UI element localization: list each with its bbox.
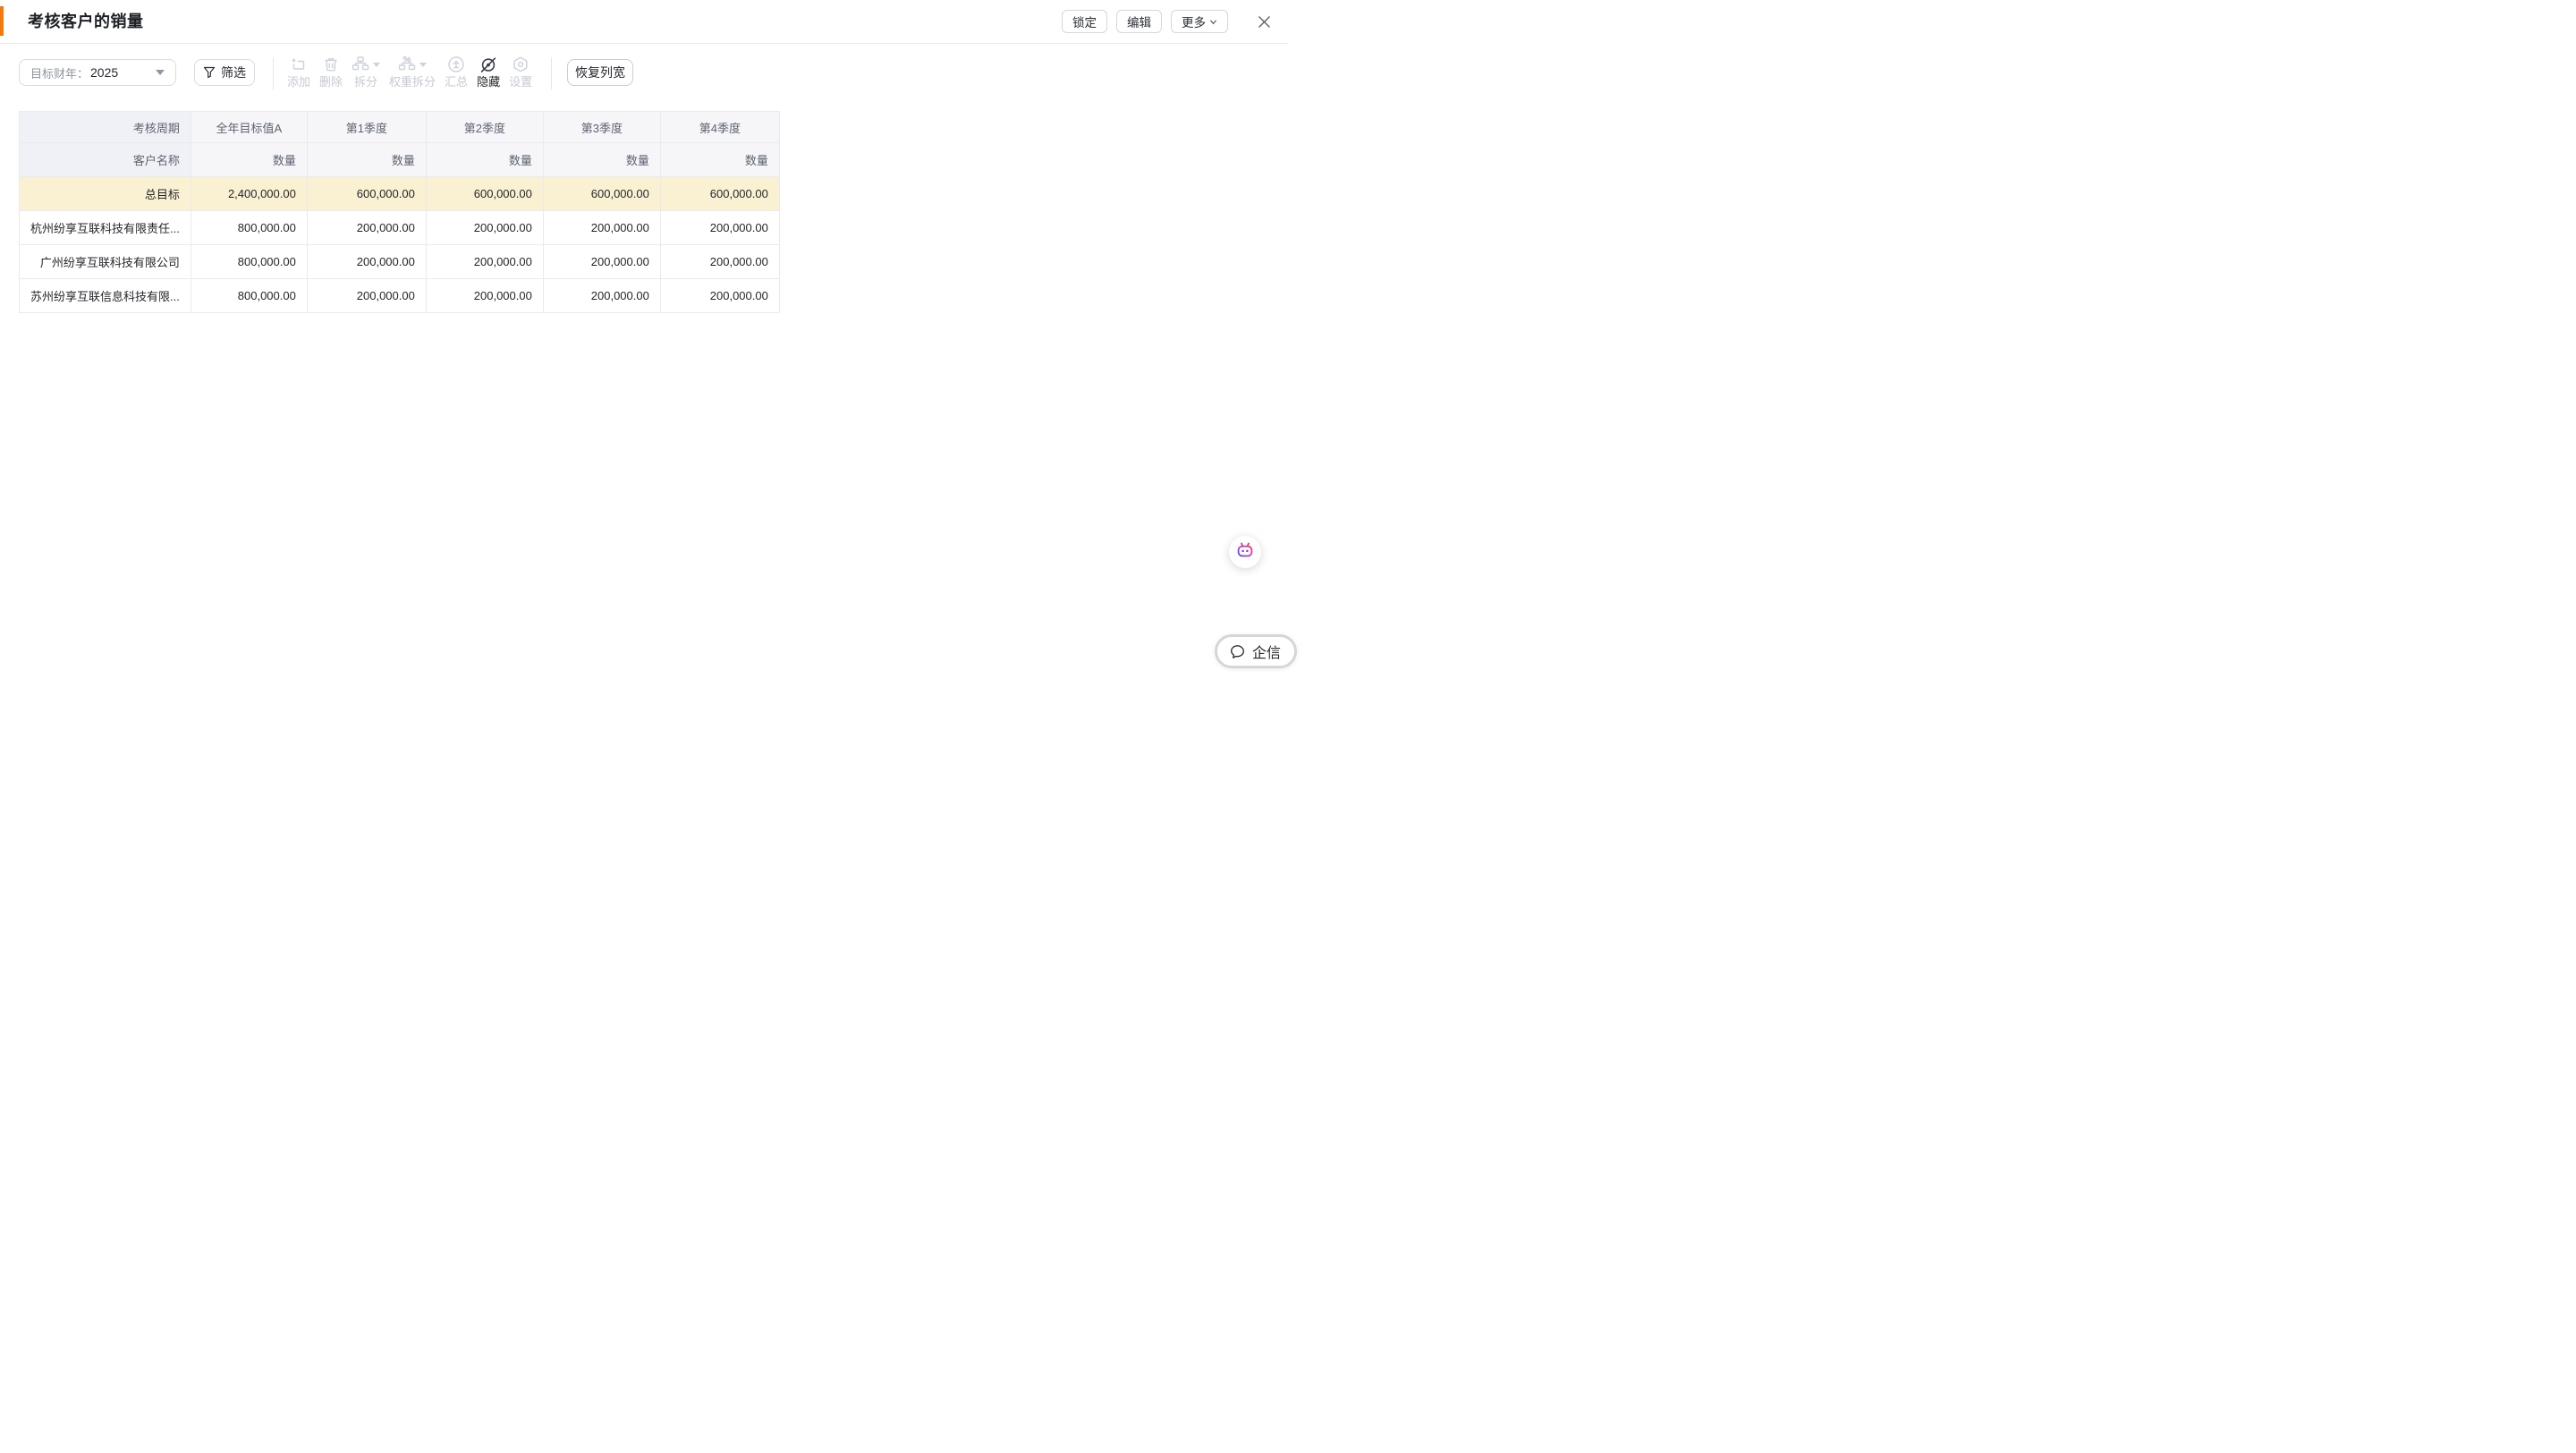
filter-button[interactable]: 筛选 (194, 59, 255, 86)
hide-action[interactable]: 隐藏 (477, 55, 500, 89)
qty-header-cell: 数量 (543, 143, 660, 177)
row-name-cell: 广州纷享互联科技有限公司 (20, 245, 191, 279)
page-title: 考核客户的销量 (28, 0, 144, 43)
fiscal-year-select[interactable]: 目标财年： 2025 (19, 59, 176, 86)
value-cell[interactable]: 2,400,000.00 (191, 177, 307, 211)
value-cell[interactable]: 200,000.00 (307, 211, 426, 245)
row-name-cell: 杭州纷享互联科技有限责任... (20, 211, 191, 245)
close-icon[interactable] (1256, 13, 1272, 30)
row-name-cell: 苏州纷享互联信息科技有限... (20, 279, 191, 313)
edit-button-label: 编辑 (1127, 13, 1151, 30)
value-cell[interactable]: 600,000.00 (307, 177, 426, 211)
rollup-action-label: 汇总 (445, 75, 468, 89)
split-dropdown-caret-icon (373, 63, 380, 67)
add-action-label: 添加 (287, 75, 310, 89)
table-row-total[interactable]: 总目标 2,400,000.00 600,000.00 600,000.00 6… (20, 177, 780, 211)
value-cell[interactable]: 200,000.00 (543, 245, 660, 279)
settings-action[interactable]: 设置 (509, 55, 532, 89)
customer-header-cell: 客户名称 (20, 143, 191, 177)
table-header-row-qty: 客户名称 数量 数量 数量 数量 数量 (20, 143, 780, 177)
value-cell[interactable]: 200,000.00 (307, 245, 426, 279)
toolbar-divider (273, 57, 274, 89)
split-action-label: 拆分 (354, 75, 377, 89)
weight-split-icon (398, 55, 416, 73)
qty-header-cell: 数量 (307, 143, 426, 177)
funnel-icon (203, 66, 216, 79)
rollup-icon (447, 55, 465, 73)
table-row[interactable]: 广州纷享互联科技有限公司 800,000.00 200,000.00 200,0… (20, 245, 780, 279)
value-cell[interactable]: 600,000.00 (426, 177, 543, 211)
value-cell[interactable]: 600,000.00 (660, 177, 779, 211)
add-action[interactable]: 添加 (287, 55, 310, 89)
value-cell[interactable]: 200,000.00 (660, 279, 779, 313)
chat-bubble-icon (1229, 643, 1246, 660)
table-row[interactable]: 苏州纷享互联信息科技有限... 800,000.00 200,000.00 20… (20, 279, 780, 313)
qixin-chat-button[interactable]: 企信 (1215, 634, 1297, 668)
title-bar: 考核客户的销量 锁定 编辑 更多 (0, 0, 1288, 44)
value-cell[interactable]: 200,000.00 (426, 245, 543, 279)
value-cell[interactable]: 200,000.00 (543, 211, 660, 245)
table-row[interactable]: 杭州纷享互联科技有限责任... 800,000.00 200,000.00 20… (20, 211, 780, 245)
settings-icon (512, 55, 530, 73)
caret-down-icon (156, 70, 165, 75)
weight-split-action-label: 权重拆分 (389, 75, 436, 89)
column-header-q4[interactable]: 第4季度 (660, 112, 779, 143)
accent-bar (0, 6, 4, 36)
value-cell[interactable]: 200,000.00 (660, 211, 779, 245)
value-cell[interactable]: 200,000.00 (543, 279, 660, 313)
fiscal-year-value: 2025 (90, 65, 118, 80)
lock-button[interactable]: 锁定 (1062, 10, 1107, 33)
split-action[interactable]: 拆分 (352, 55, 380, 89)
qty-header-cell: 数量 (191, 143, 307, 177)
row-name-cell: 总目标 (20, 177, 191, 211)
fiscal-year-label: 目标财年： (30, 64, 89, 81)
edit-button[interactable]: 编辑 (1116, 10, 1162, 33)
qty-header-cell: 数量 (660, 143, 779, 177)
chevron-down-icon (1209, 18, 1217, 26)
value-cell[interactable]: 200,000.00 (660, 245, 779, 279)
toolbar-action-group: 添加 删除 拆分 权重拆分 汇总 隐藏 (287, 55, 532, 89)
period-header-cell: 考核周期 (20, 112, 191, 143)
value-cell[interactable]: 200,000.00 (426, 279, 543, 313)
column-header-q1[interactable]: 第1季度 (307, 112, 426, 143)
add-card-icon (290, 55, 308, 73)
settings-action-label: 设置 (509, 75, 532, 89)
qixin-label: 企信 (1252, 641, 1281, 662)
column-header-annual[interactable]: 全年目标值A (191, 112, 307, 143)
column-header-q2[interactable]: 第2季度 (426, 112, 543, 143)
more-button-label: 更多 (1182, 13, 1206, 30)
targets-table: 考核周期 全年目标值A 第1季度 第2季度 第3季度 第4季度 客户名称 数量 … (19, 111, 780, 313)
ai-assistant-button[interactable] (1229, 536, 1261, 568)
table-header-row-period: 考核周期 全年目标值A 第1季度 第2季度 第3季度 第4季度 (20, 112, 780, 143)
value-cell[interactable]: 800,000.00 (191, 279, 307, 313)
weight-split-dropdown-caret-icon (419, 63, 427, 67)
hide-action-label: 隐藏 (477, 75, 500, 89)
eye-off-icon (479, 55, 497, 73)
value-cell[interactable]: 200,000.00 (307, 279, 426, 313)
org-split-icon (352, 55, 369, 73)
delete-action-label: 删除 (319, 75, 343, 89)
value-cell[interactable]: 600,000.00 (543, 177, 660, 211)
value-cell[interactable]: 200,000.00 (426, 211, 543, 245)
delete-action[interactable]: 删除 (319, 55, 343, 89)
toolbar-divider (551, 57, 552, 89)
lock-button-label: 锁定 (1072, 13, 1097, 30)
weight-split-action[interactable]: 权重拆分 (389, 55, 436, 89)
toolbar: 目标财年： 2025 筛选 添加 删除 拆分 (0, 43, 1288, 106)
more-button[interactable]: 更多 (1171, 10, 1228, 33)
restore-column-width-button[interactable]: 恢复列宽 (567, 59, 633, 86)
robot-icon (1234, 541, 1256, 563)
restore-column-width-label: 恢复列宽 (575, 64, 625, 81)
qty-header-cell: 数量 (426, 143, 543, 177)
filter-button-label: 筛选 (221, 64, 246, 81)
column-header-q3[interactable]: 第3季度 (543, 112, 660, 143)
trash-icon (322, 55, 340, 73)
titlebar-actions: 锁定 编辑 更多 (1062, 0, 1272, 43)
value-cell[interactable]: 800,000.00 (191, 211, 307, 245)
rollup-action[interactable]: 汇总 (445, 55, 468, 89)
value-cell[interactable]: 800,000.00 (191, 245, 307, 279)
